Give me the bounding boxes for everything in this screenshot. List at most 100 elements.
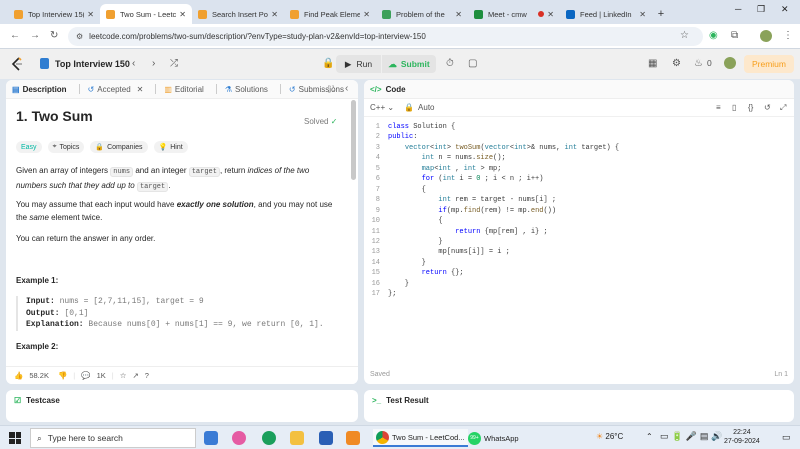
submit-button[interactable]: ☁ Submit bbox=[382, 55, 436, 73]
close-icon[interactable]: ✕ bbox=[363, 10, 370, 19]
settings-gear-icon[interactable]: ⚙ bbox=[672, 58, 681, 69]
copilot-icon[interactable] bbox=[232, 431, 246, 445]
maximize-panel-icon[interactable]: ⛶ bbox=[328, 84, 334, 95]
run-button[interactable]: ▶ Run bbox=[336, 55, 381, 73]
flask-icon: ⚗ bbox=[224, 84, 232, 94]
task-view-icon[interactable] bbox=[204, 431, 218, 445]
extension-icon[interactable]: ◉ bbox=[709, 30, 718, 41]
bookmark-star-icon[interactable]: ☆ bbox=[680, 30, 689, 41]
taskbar-app-chrome[interactable]: Two Sum - LeetCod... bbox=[373, 429, 468, 447]
site-info-icon[interactable]: ⚙ bbox=[76, 32, 83, 41]
language-select[interactable]: C++ ⌄ bbox=[370, 103, 394, 112]
braces-icon[interactable]: {} bbox=[748, 103, 753, 112]
example-explanation-label: Explanation: bbox=[26, 320, 84, 329]
tray-icons[interactable]: ▭🔋🎤▤🔊 bbox=[660, 431, 726, 442]
thumbs-down-icon[interactable]: 👎 bbox=[58, 371, 67, 380]
close-icon[interactable]: ✕ bbox=[547, 10, 554, 19]
play-icon: ▶ bbox=[344, 58, 352, 69]
streak-fire-icon[interactable]: ♨ bbox=[694, 58, 703, 69]
browser-tab-3[interactable]: Search Insert Po ✕ bbox=[192, 4, 284, 24]
test-result-header[interactable]: >_ Test Result bbox=[372, 396, 429, 405]
edge-icon[interactable] bbox=[262, 431, 276, 445]
format-icon[interactable]: ≡ bbox=[716, 103, 721, 112]
app-icon[interactable] bbox=[346, 431, 360, 445]
leetcode-logo-icon[interactable] bbox=[11, 57, 23, 71]
tab-editorial[interactable]: ▥ Editorial bbox=[164, 85, 203, 94]
browser-tab-7[interactable]: Feed | LinkedIn ✕ bbox=[560, 4, 652, 24]
new-tab-button[interactable]: + bbox=[652, 4, 670, 24]
study-plan-icon bbox=[40, 58, 49, 69]
lock-icon: 🔒 bbox=[95, 144, 105, 151]
windows-start-icon[interactable] bbox=[9, 432, 21, 444]
reset-icon[interactable]: ↺ bbox=[764, 103, 771, 112]
close-icon[interactable]: ✕ bbox=[137, 85, 144, 94]
close-icon[interactable]: ✕ bbox=[87, 10, 94, 19]
code-editor[interactable]: 1 class Solution {2 public: 3 vector<int> t… bbox=[364, 122, 794, 300]
language-label: C++ bbox=[370, 103, 386, 112]
tab-submissions[interactable]: ↺ Submissions bbox=[289, 85, 344, 94]
sep: | bbox=[111, 371, 114, 380]
url-input[interactable]: ⚙ leetcode.com/problems/two-sum/descript… bbox=[68, 27, 703, 46]
statement-text: You may assume that each input would hav… bbox=[16, 200, 175, 209]
menu-dots-icon[interactable]: ⋮ bbox=[783, 30, 793, 41]
tab-solutions[interactable]: ⚗ Solutions bbox=[225, 85, 268, 94]
share-icon[interactable]: ↗ bbox=[132, 371, 138, 380]
browser-tab-2-active[interactable]: Two Sum - Leetc ✕ bbox=[100, 4, 192, 24]
reload-icon[interactable]: ↻ bbox=[50, 30, 58, 41]
next-problem-icon[interactable]: › bbox=[152, 58, 155, 69]
collapse-panel-icon[interactable]: ‹ bbox=[345, 83, 348, 94]
close-icon[interactable]: ✕ bbox=[271, 10, 278, 19]
notification-icon[interactable]: ▭ bbox=[782, 432, 791, 443]
fullscreen-icon[interactable]: ⤢ bbox=[780, 103, 786, 113]
test-result-panel: >_ Test Result bbox=[364, 390, 794, 422]
maximize-icon[interactable]: ❐ bbox=[757, 4, 765, 15]
timer-icon[interactable]: ⏱ bbox=[446, 58, 454, 69]
back-arrow-icon[interactable]: ← bbox=[10, 30, 20, 41]
description-scrollbar[interactable] bbox=[351, 100, 356, 180]
taskbar-app-whatsapp[interactable]: 99+ WhatsApp bbox=[468, 429, 519, 447]
tab-description[interactable]: ▤ Description bbox=[12, 85, 67, 94]
store-icon[interactable] bbox=[319, 431, 333, 445]
browser-tab-1[interactable]: Top Interview 15( ✕ bbox=[8, 4, 100, 24]
code-line: 8 int rem = target - nums[i] ; bbox=[364, 195, 794, 205]
statement-text: and an integer bbox=[135, 166, 187, 175]
like-count: 58.2K bbox=[29, 371, 49, 380]
window-close-icon[interactable]: ✕ bbox=[781, 4, 789, 15]
comment-icon[interactable]: 💬 bbox=[81, 371, 90, 380]
topics-chip[interactable]: ⌖ Topics bbox=[47, 141, 85, 153]
debug-lock-icon[interactable]: 🔒 bbox=[322, 58, 334, 69]
close-icon[interactable]: ✕ bbox=[179, 10, 186, 19]
bookmark-icon[interactable]: ▯ bbox=[732, 103, 736, 112]
companies-chip[interactable]: 🔒 Companies bbox=[90, 141, 148, 153]
tab-label: Search Insert Po bbox=[212, 9, 268, 19]
forward-arrow-icon[interactable]: → bbox=[30, 30, 40, 41]
thumbs-up-icon[interactable]: 👍 bbox=[14, 371, 23, 380]
cursor-position: Ln 1 bbox=[774, 371, 788, 378]
weather-widget[interactable]: ☀ 26°C bbox=[596, 432, 623, 441]
notes-icon[interactable]: ▢ bbox=[468, 58, 477, 69]
file-explorer-icon[interactable] bbox=[290, 431, 304, 445]
system-clock[interactable]: 22:24 27-09-2024 bbox=[724, 428, 760, 446]
shuffle-icon[interactable]: ⤮ bbox=[170, 58, 178, 69]
profile-avatar[interactable] bbox=[760, 30, 772, 42]
help-icon[interactable]: ? bbox=[145, 371, 149, 380]
extensions-puzzle-icon[interactable]: ⧉ bbox=[731, 30, 738, 41]
minimize-icon[interactable]: ─ bbox=[735, 4, 741, 14]
prev-problem-icon[interactable]: ‹ bbox=[132, 58, 135, 69]
browser-tab-4[interactable]: Find Peak Eleme ✕ bbox=[284, 4, 376, 24]
testcase-header[interactable]: ☑ Testcase bbox=[14, 396, 60, 405]
tab-accepted[interactable]: ↺ Accepted ✕ bbox=[88, 85, 144, 94]
study-plan-title[interactable]: Top Interview 150 bbox=[55, 59, 130, 69]
hint-chip[interactable]: 💡 Hint bbox=[153, 141, 188, 153]
user-avatar[interactable] bbox=[724, 57, 736, 69]
layout-grid-icon[interactable]: ▦ bbox=[648, 58, 657, 69]
close-icon[interactable]: ✕ bbox=[639, 10, 646, 19]
browser-tab-5[interactable]: Problem of the ✕ bbox=[376, 4, 468, 24]
line-number: 11 bbox=[371, 227, 380, 236]
star-icon[interactable]: ☆ bbox=[120, 371, 127, 380]
browser-tab-6[interactable]: Meet - cmw ✕ bbox=[468, 4, 560, 24]
close-icon[interactable]: ✕ bbox=[455, 10, 462, 19]
premium-button[interactable]: Premium bbox=[744, 55, 794, 73]
tray-chevron-icon[interactable]: ⌃ bbox=[646, 432, 653, 441]
taskbar-search-input[interactable]: ⌕ Type here to search bbox=[30, 428, 196, 448]
